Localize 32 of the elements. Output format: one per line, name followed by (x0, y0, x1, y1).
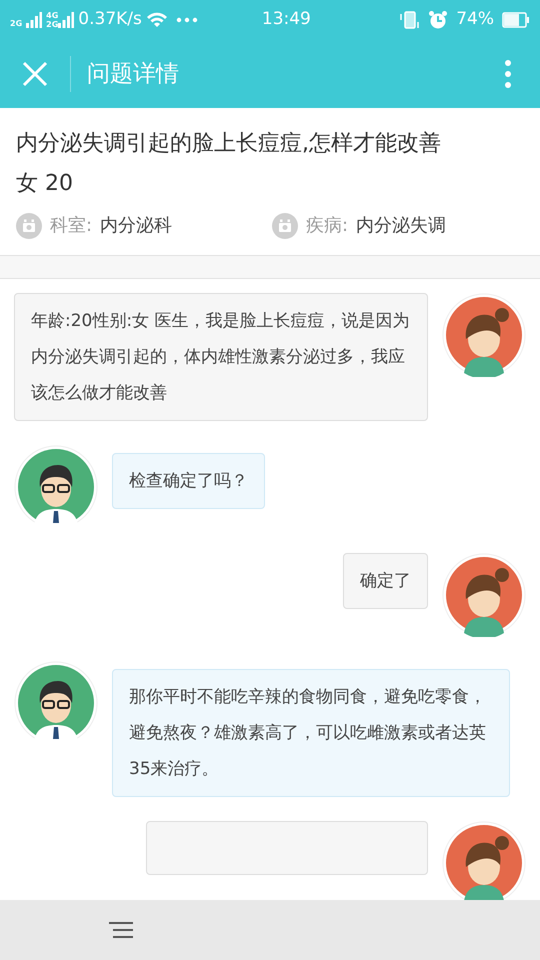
battery-icon (502, 12, 530, 28)
patient-info: 女 20 (16, 170, 74, 198)
message-bubble: 检查确定了吗？ (112, 453, 265, 509)
close-icon (22, 61, 48, 87)
network-label: 4G (46, 11, 58, 20)
signal-icon (26, 12, 42, 28)
message-bubble: 确定了 (343, 553, 428, 609)
network-label: 2G (46, 20, 58, 29)
meta-value: 内分泌科 (100, 214, 172, 238)
tag-icon (16, 212, 42, 238)
wifi-icon (146, 11, 168, 29)
more-dots-icon (176, 17, 198, 23)
battery-percent: 74% (456, 8, 494, 32)
tag-icon (272, 212, 298, 238)
signal-icon (58, 12, 74, 28)
more-button[interactable] (504, 59, 512, 89)
meta-value: 内分泌失调 (356, 214, 446, 238)
question-title: 内分泌失调引起的脸上长痘痘,怎样才能改善 (16, 130, 442, 158)
meta-label: 疾病: (306, 214, 348, 238)
vibrate-icon (400, 10, 420, 30)
message-bubble: 年龄:20性别:女 医生，我是脸上长痘痘，说是因为内分泌失调引起的，体内雄性激素分泌过多，我应该怎么做才能改善 (14, 293, 428, 421)
page-title: 问题详情 (87, 60, 179, 89)
more-icon (504, 59, 512, 89)
network-speed: 0.37K/s (78, 8, 142, 32)
meta-label: 科室: (50, 214, 92, 238)
menu-button[interactable] (108, 921, 134, 939)
network-label: 2G (10, 19, 22, 28)
menu-icon (108, 921, 134, 939)
message-bubble: 那你平时不能吃辛辣的食物同食，避免吃零食，避免熬夜？雄激素高了，可以吃雌激素或者达英35来治疗。 (112, 669, 510, 797)
clock: 13:49 (262, 8, 311, 32)
close-button[interactable] (22, 61, 48, 87)
alarm-icon (428, 10, 448, 30)
